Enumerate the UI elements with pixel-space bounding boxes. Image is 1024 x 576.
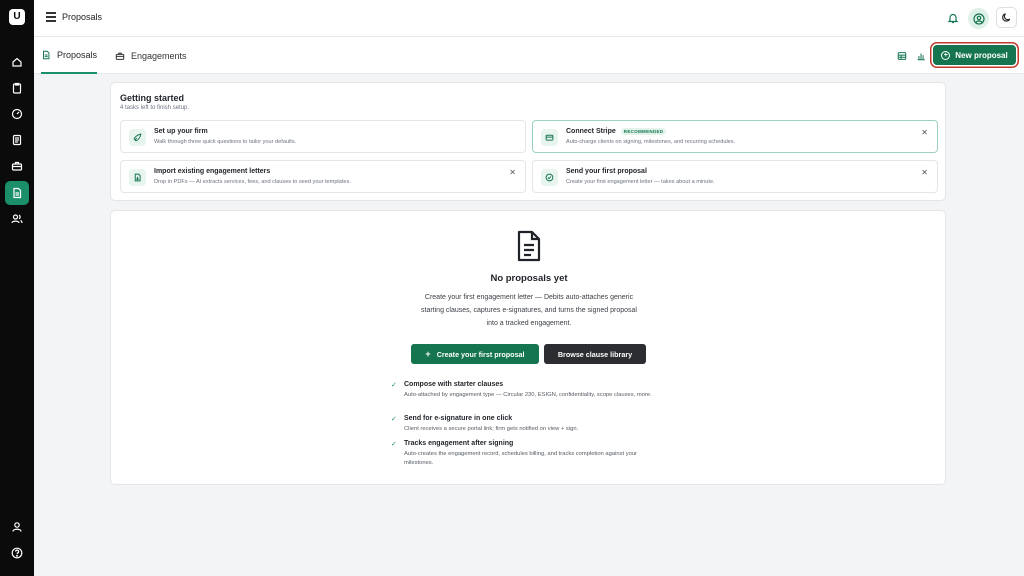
task-set-up-firm[interactable]: Set up your firm Walk through three quic… — [120, 120, 526, 153]
tab-engagements[interactable]: Engagements — [115, 37, 187, 74]
new-proposal-label: New proposal — [955, 50, 1008, 60]
tab-label: Engagements — [131, 50, 187, 61]
feature-title: Send for e-signature in one click — [404, 415, 513, 422]
empty-state-card: No proposals yet Create your first engag… — [110, 210, 946, 485]
check-circle-icon — [541, 169, 558, 186]
home-icon[interactable] — [5, 50, 29, 74]
feature-title: Tracks engagement after signing — [404, 440, 514, 447]
task-description: Drop in PDFs — AI extracts services, fee… — [154, 179, 351, 185]
help-icon[interactable] — [5, 541, 29, 565]
briefcase-icon — [115, 52, 125, 60]
briefcase-icon[interactable] — [5, 154, 29, 178]
recommended-badge: RECOMMENDED — [620, 128, 667, 135]
task-title: Connect Stripe — [566, 128, 616, 135]
task-connect-stripe[interactable]: Connect Stripe RECOMMENDED Auto-charge c… — [532, 120, 938, 153]
empty-state-title: No proposals yet — [490, 273, 568, 284]
gauge-icon[interactable] — [5, 102, 29, 126]
task-description: Auto-charge clients on signing, mileston… — [566, 139, 736, 145]
feature-description: Auto-creates the engagement record, sche… — [404, 451, 637, 466]
document-icon — [43, 50, 50, 59]
clipboard-icon[interactable] — [5, 76, 29, 100]
user-avatar-button[interactable] — [968, 8, 989, 29]
create-first-proposal-button[interactable]: + Create your first proposal — [411, 344, 539, 364]
task-description: Walk through three quick questions to ta… — [154, 139, 297, 145]
bar-chart-icon[interactable] — [916, 51, 926, 61]
task-send-first-proposal[interactable]: Send your first proposal Create your fir… — [532, 160, 938, 193]
theme-toggle-button[interactable] — [996, 7, 1017, 28]
dismiss-icon[interactable]: ✕ — [921, 128, 928, 137]
profile-icon[interactable] — [5, 515, 29, 539]
user-circle-icon — [972, 12, 985, 25]
feature-description: Client receives a secure portal link; fi… — [404, 426, 579, 432]
new-proposal-button[interactable]: + New proposal — [933, 45, 1016, 65]
plus-icon: + — [425, 349, 431, 359]
app-logo[interactable]: U — [9, 9, 25, 25]
create-first-proposal-label: Create your first proposal — [436, 349, 525, 359]
top-bar: Proposals — [34, 0, 1024, 37]
task-title-row: Connect Stripe RECOMMENDED — [566, 128, 667, 135]
task-description: Create your first engagement letter — ta… — [566, 179, 715, 185]
task-title: Import existing engagement letters — [154, 168, 271, 175]
left-rail: U — [0, 0, 34, 576]
browse-clause-library-label: Browse clause library — [557, 349, 633, 359]
task-import-letters[interactable]: Import existing engagement letters Drop … — [120, 160, 526, 193]
tab-label: Proposals — [57, 49, 98, 60]
check-icon: ✓ — [391, 382, 397, 389]
moon-icon — [1002, 13, 1011, 22]
feature-title: Compose with starter clauses — [404, 381, 504, 388]
ledger-icon[interactable] — [5, 128, 29, 152]
file-import-icon — [129, 169, 146, 186]
dismiss-icon[interactable]: ✕ — [921, 168, 928, 177]
hamburger-menu-icon[interactable] — [46, 12, 58, 24]
task-title: Set up your firm — [154, 128, 208, 135]
check-icon: ✓ — [391, 416, 397, 423]
browse-clause-library-button[interactable]: Browse clause library — [544, 344, 646, 364]
tabs-bar: Proposals Engagements + New proposal — [34, 37, 1024, 74]
document-icon — [517, 230, 541, 262]
plus-circle-icon: + — [941, 50, 951, 60]
task-title: Send your first proposal — [566, 168, 647, 175]
page-title: Proposals — [62, 12, 103, 22]
users-icon[interactable] — [5, 207, 29, 231]
getting-started-subtitle: 4 tasks left to finish setup. — [120, 105, 190, 111]
bell-icon[interactable] — [947, 12, 959, 24]
rocket-icon — [129, 129, 146, 146]
tab-proposals[interactable]: Proposals — [41, 37, 98, 74]
getting-started-card: Getting started 4 tasks left to finish s… — [110, 82, 946, 201]
feature-description: Auto-attached by engagement type — Circu… — [404, 392, 652, 398]
table-view-icon[interactable] — [897, 51, 907, 61]
dismiss-icon[interactable]: ✕ — [509, 168, 516, 177]
proposals-icon[interactable] — [5, 181, 29, 205]
getting-started-title: Getting started — [120, 93, 185, 103]
card-icon — [541, 129, 558, 146]
check-icon: ✓ — [391, 441, 397, 448]
empty-state-description: Create your first engagement letter — De… — [421, 294, 637, 327]
